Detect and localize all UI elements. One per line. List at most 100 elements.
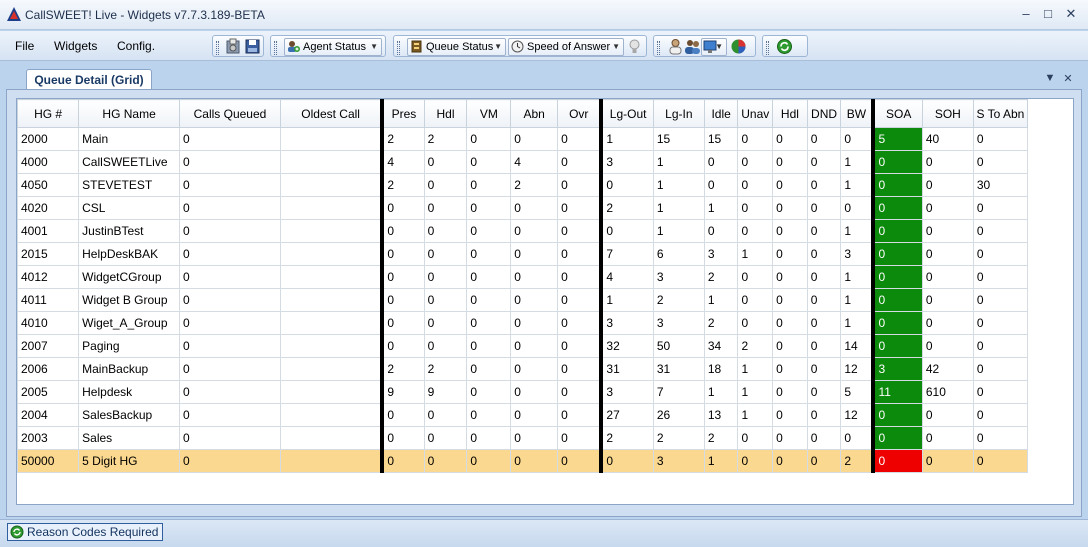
cell-hdl[interactable]: 0 — [423, 288, 468, 312]
cell-soh[interactable]: 0 — [921, 311, 974, 335]
cell-abn[interactable]: 0 — [510, 403, 559, 427]
cell-vm[interactable]: 0 — [466, 219, 512, 243]
cell-unav[interactable]: 1 — [737, 242, 774, 266]
cell-lg-out[interactable]: 1 — [599, 127, 654, 151]
cell-soh[interactable]: 610 — [921, 380, 974, 404]
speed-of-answer-button[interactable]: Speed of Answer ▼ — [508, 38, 624, 56]
cell-lg-in[interactable]: 1 — [652, 219, 705, 243]
pie-chart-icon[interactable] — [730, 38, 747, 55]
cell-pres[interactable]: 0 — [380, 449, 425, 473]
cell-hdl[interactable]: 0 — [423, 150, 468, 174]
cell-lg-in[interactable]: 3 — [652, 311, 705, 335]
cell-hg-name[interactable]: Sales — [78, 426, 181, 450]
cell-oldest-call[interactable] — [279, 311, 383, 335]
cell-idle[interactable]: 0 — [703, 173, 739, 197]
cell-oldest-call[interactable] — [279, 127, 383, 151]
col-header-dnd[interactable]: DND — [806, 99, 842, 128]
cell-oldest-call[interactable] — [279, 288, 383, 312]
menu-file[interactable]: File — [15, 39, 34, 53]
cell-agent-hdl[interactable]: 0 — [772, 150, 808, 174]
cell-bw[interactable]: 0 — [840, 426, 874, 450]
cell-hg-name[interactable]: 5 Digit HG — [78, 449, 181, 473]
cell-idle[interactable]: 15 — [703, 127, 739, 151]
cell-bw[interactable]: 1 — [840, 288, 874, 312]
cell-abn[interactable]: 0 — [510, 127, 559, 151]
cell-bw[interactable]: 12 — [840, 403, 874, 427]
cell-abn[interactable]: 0 — [510, 426, 559, 450]
cell-lg-out[interactable]: 27 — [599, 403, 654, 427]
cell-hdl[interactable]: 0 — [423, 173, 468, 197]
col-header-lg-in[interactable]: Lg-In — [652, 99, 705, 128]
cell-unav[interactable]: 2 — [737, 334, 774, 358]
cell-unav[interactable]: 0 — [737, 196, 774, 220]
cell-soh[interactable]: 0 — [921, 196, 974, 220]
cell-calls-queued[interactable]: 0 — [179, 288, 281, 312]
cell-hdl[interactable]: 0 — [423, 219, 468, 243]
cell-soa[interactable]: 0 — [871, 334, 923, 358]
queue-detail-grid[interactable]: HG # HG Name Calls Queued Oldest Call Pr… — [16, 98, 1074, 505]
toolbar-grip[interactable] — [216, 41, 219, 55]
agents-group-icon[interactable] — [684, 38, 701, 55]
cell-agent-hdl[interactable]: 0 — [772, 196, 808, 220]
table-row[interactable]: 4020 CSL 0 0 0 0 0 0 2 1 1 0 0 0 0 0 0 0 — [17, 196, 1029, 220]
cell-calls-queued[interactable]: 0 — [179, 449, 281, 473]
cell-soh[interactable]: 0 — [921, 242, 974, 266]
cell-bw[interactable]: 14 — [840, 334, 874, 358]
cell-agent-hdl[interactable]: 0 — [772, 380, 808, 404]
cell-lg-out[interactable]: 0 — [599, 219, 654, 243]
cell-dnd[interactable]: 0 — [806, 334, 842, 358]
cell-vm[interactable]: 0 — [466, 357, 512, 381]
cell-hg-name[interactable]: HelpDeskBAK — [78, 242, 181, 266]
table-row[interactable]: 2005 Helpdesk 0 9 9 0 0 0 3 7 1 1 0 0 5 11 610 0 — [17, 380, 1029, 404]
cell-bw[interactable]: 5 — [840, 380, 874, 404]
cell-abn[interactable]: 2 — [510, 173, 559, 197]
cell-idle[interactable]: 1 — [703, 288, 739, 312]
cell-s-to-abn[interactable]: 0 — [972, 426, 1029, 450]
cell-calls-queued[interactable]: 0 — [179, 311, 281, 335]
cell-hg-name[interactable]: CSL — [78, 196, 181, 220]
cell-agent-hdl[interactable]: 0 — [772, 219, 808, 243]
cell-oldest-call[interactable] — [279, 173, 383, 197]
col-header-lg-out[interactable]: Lg-Out — [599, 99, 654, 128]
reason-codes-button[interactable]: Reason Codes Required — [7, 523, 164, 541]
cell-vm[interactable]: 0 — [466, 265, 512, 289]
cell-soa[interactable]: 0 — [871, 219, 923, 243]
col-header-s-to-abn[interactable]: S To Abn — [972, 99, 1029, 128]
cell-vm[interactable]: 0 — [466, 127, 512, 151]
menu-config[interactable]: Config. — [117, 39, 155, 53]
cell-hg-name[interactable]: Helpdesk — [78, 380, 181, 404]
cell-agent-hdl[interactable]: 0 — [772, 288, 808, 312]
cell-vm[interactable]: 0 — [466, 403, 512, 427]
cell-ovr[interactable]: 0 — [557, 311, 602, 335]
cell-pres[interactable]: 2 — [380, 357, 425, 381]
cell-hg-number[interactable]: 2006 — [17, 357, 80, 381]
cell-lg-out[interactable]: 0 — [599, 173, 654, 197]
cell-calls-queued[interactable]: 0 — [179, 150, 281, 174]
cell-lg-in[interactable]: 1 — [652, 173, 705, 197]
cell-soa[interactable]: 0 — [871, 196, 923, 220]
cell-vm[interactable]: 0 — [466, 449, 512, 473]
cell-soh[interactable]: 0 — [921, 334, 974, 358]
agent-icon[interactable] — [667, 38, 684, 55]
cell-dnd[interactable]: 0 — [806, 403, 842, 427]
cell-bw[interactable]: 12 — [840, 357, 874, 381]
agent-status-button[interactable]: Agent Status ▼ — [284, 38, 382, 56]
cell-ovr[interactable]: 0 — [557, 127, 602, 151]
tab-queue-detail-grid[interactable]: Queue Detail (Grid) — [26, 69, 152, 91]
cell-s-to-abn[interactable]: 0 — [972, 127, 1029, 151]
cell-s-to-abn[interactable]: 0 — [972, 196, 1029, 220]
cell-lg-out[interactable]: 3 — [599, 311, 654, 335]
toolbar-grip[interactable] — [766, 41, 769, 55]
cell-calls-queued[interactable]: 0 — [179, 219, 281, 243]
cell-s-to-abn[interactable]: 0 — [972, 449, 1029, 473]
cell-hdl[interactable]: 2 — [423, 127, 468, 151]
cell-soh[interactable]: 0 — [921, 403, 974, 427]
cell-hg-number[interactable]: 2000 — [17, 127, 80, 151]
table-row[interactable]: 2015 HelpDeskBAK 0 0 0 0 0 0 7 6 3 1 0 0 3 0 0 0 — [17, 242, 1029, 266]
cell-soa[interactable]: 0 — [871, 288, 923, 312]
cell-dnd[interactable]: 0 — [806, 173, 842, 197]
cell-abn[interactable]: 0 — [510, 196, 559, 220]
col-header-abn[interactable]: Abn — [510, 99, 559, 128]
cell-soh[interactable]: 0 — [921, 219, 974, 243]
cell-hg-name[interactable]: Widget B Group — [78, 288, 181, 312]
